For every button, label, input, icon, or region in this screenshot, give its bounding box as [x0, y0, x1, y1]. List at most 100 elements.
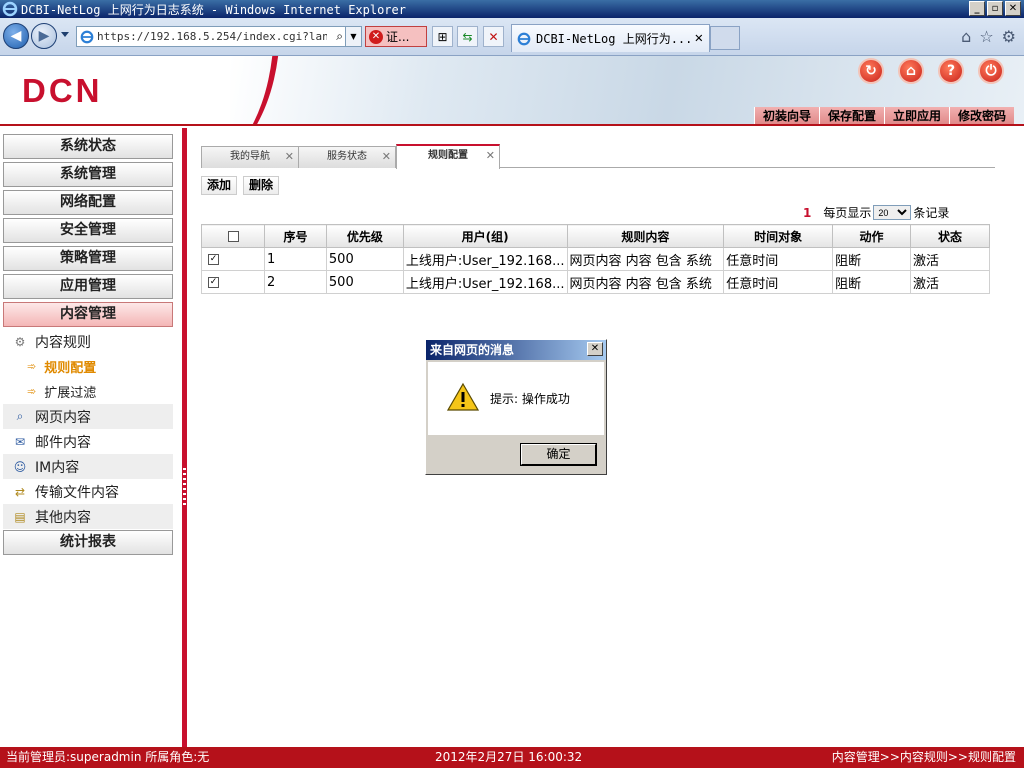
dialog-body: 提示: 操作成功: [428, 362, 604, 435]
add-button[interactable]: 添加: [201, 176, 238, 195]
arrow-icon: ➾: [27, 360, 37, 373]
pager: 1 每页显示 20 条记录: [803, 204, 949, 221]
cert-warning-icon: ✕: [369, 29, 383, 44]
select-all-header[interactable]: [200, 224, 266, 248]
nav-system-admin[interactable]: 系统管理: [3, 162, 173, 187]
tab-service-status[interactable]: 服务状态 ✕: [298, 146, 396, 168]
browser-toolbar: ◀ ▶ ⌕ ▼ ✕ 证... ⊞ ⇆ ✕ DCBI-NetLog 上网行为...…: [0, 18, 1024, 56]
dialog-message: 提示: 操作成功: [490, 392, 570, 406]
nav-group-content-rules[interactable]: ⚙ 内容规则: [3, 329, 173, 354]
dialog-title: 来自网页的消息: [430, 343, 515, 357]
nav-policy[interactable]: 策略管理: [3, 246, 173, 271]
location-breadcrumb: 内容管理>>内容规则>>规则配置: [831, 750, 1016, 764]
nav-system-status[interactable]: 系统状态: [3, 134, 173, 159]
dialog-titlebar[interactable]: 来自网页的消息 ✕: [426, 340, 606, 360]
select-all-checkbox[interactable]: [227, 231, 239, 242]
delete-button[interactable]: 删除: [243, 176, 280, 195]
address-input[interactable]: [97, 30, 327, 43]
save-config-button[interactable]: 保存配置: [818, 107, 884, 124]
window-titlebar: DCBI-NetLog 上网行为日志系统 - Windows Internet …: [0, 0, 1024, 18]
row-checkbox[interactable]: ✓: [208, 253, 219, 265]
records-label: 条记录: [913, 206, 950, 220]
refresh-icon[interactable]: ⇆: [457, 26, 478, 47]
arrow-icon: ➾: [27, 385, 37, 398]
favorites-icon[interactable]: ☆: [979, 27, 993, 46]
certificate-error-badge[interactable]: ✕ 证...: [365, 26, 427, 47]
dialog-ok-button[interactable]: 确定: [520, 443, 597, 466]
nav-group-mail-content[interactable]: ✉ 邮件内容: [3, 429, 173, 454]
close-icon[interactable]: ✕: [285, 147, 294, 167]
nav-group-im-content[interactable]: ☺ IM内容: [3, 454, 173, 479]
close-icon[interactable]: ✕: [382, 147, 391, 167]
back-button[interactable]: ◀: [3, 23, 29, 49]
cell-index: 2: [264, 270, 327, 294]
history-dropdown-icon[interactable]: [61, 32, 69, 37]
new-tab-button[interactable]: [710, 26, 740, 50]
cell-user: 上线用户:User_192.168...: [402, 270, 568, 294]
magnifier-icon: ⌕: [16, 409, 24, 423]
table-row[interactable]: ✓ 1 500 上线用户:User_192.168... 网页内容 内容 包含 …: [200, 247, 990, 271]
setup-wizard-button[interactable]: 初装向导: [753, 107, 819, 124]
address-bar[interactable]: ⌕ ▼: [76, 26, 362, 47]
clipboard-icon: ▤: [14, 509, 26, 524]
nav-leaf-extended-filter[interactable]: ➾ 扩展过滤: [3, 379, 173, 404]
browser-tab[interactable]: DCBI-NetLog 上网行为... ✕: [511, 24, 710, 52]
address-dropdown-icon[interactable]: ▼: [345, 27, 361, 46]
tab-rule-config[interactable]: 规则配置 ✕: [396, 144, 500, 169]
nav-statistics-report[interactable]: 统计报表: [3, 530, 173, 555]
header-actions: 初装向导 保存配置 立即应用 修改密码: [753, 107, 1014, 124]
left-nav: 系统状态 系统管理 网络配置 安全管理 策略管理 应用管理 内容管理 ⚙ 内容规…: [0, 128, 182, 747]
tab-close-icon[interactable]: ✕: [695, 30, 703, 46]
file-transfer-icon: ⇄: [14, 484, 26, 499]
refresh-icon[interactable]: ↻: [858, 58, 884, 84]
table-header-row: 序号 优先级 用户(组) 规则内容 时间对象 动作 状态: [200, 224, 990, 248]
nav-group-other-content[interactable]: ▤ 其他内容: [3, 504, 173, 529]
close-icon[interactable]: ✕: [486, 146, 495, 166]
cell-rule: 网页内容 内容 包含 系统: [566, 247, 725, 271]
table-row[interactable]: ✓ 2 500 上线用户:User_192.168... 网页内容 内容 包含 …: [200, 270, 990, 294]
search-icon[interactable]: ⌕: [336, 29, 343, 44]
close-window-button[interactable]: ✕: [1005, 1, 1021, 16]
logout-icon[interactable]: ⏻: [978, 58, 1004, 84]
dialog-close-button[interactable]: ✕: [587, 342, 603, 356]
ie-logo-icon: [2, 1, 18, 17]
nav-application[interactable]: 应用管理: [3, 274, 173, 299]
rules-table: 序号 优先级 用户(组) 规则内容 时间对象 动作 状态 ✓ 1 500 上线用…: [200, 224, 990, 294]
users-icon: ☺: [13, 459, 27, 474]
nav-group-web-content[interactable]: ⌕ 网页内容: [3, 404, 173, 429]
home-icon[interactable]: ⌂: [898, 58, 924, 84]
cell-priority: 500: [325, 247, 404, 271]
maximize-button[interactable]: ▫: [987, 1, 1003, 16]
forward-button[interactable]: ▶: [31, 23, 57, 49]
ie-tab-icon: [517, 32, 531, 45]
col-action: 动作: [832, 224, 912, 248]
nav-network-config[interactable]: 网络配置: [3, 190, 173, 215]
nav-security[interactable]: 安全管理: [3, 218, 173, 243]
apply-now-button[interactable]: 立即应用: [883, 107, 949, 124]
cell-time: 任意时间: [723, 270, 834, 294]
nav-group-file-transfer[interactable]: ⇄ 传输文件内容: [3, 479, 173, 504]
cell-status: 激活: [910, 247, 990, 271]
cell-index: 1: [264, 247, 327, 271]
nav-content-mgmt[interactable]: 内容管理: [3, 302, 173, 327]
row-checkbox[interactable]: ✓: [208, 276, 219, 288]
tab-my-navigation[interactable]: 我的导航 ✕: [201, 146, 299, 168]
per-page-select[interactable]: 20: [873, 205, 912, 220]
home-icon[interactable]: ⌂: [961, 27, 971, 46]
col-rule: 规则内容: [566, 224, 725, 248]
help-icon[interactable]: ?: [938, 58, 964, 84]
compat-view-icon[interactable]: ⊞: [432, 26, 453, 47]
tools-icon[interactable]: ⚙: [1002, 27, 1016, 46]
stop-icon[interactable]: ✕: [483, 26, 504, 47]
mail-icon: ✉: [14, 434, 26, 449]
gear-icon: ⚙: [14, 334, 26, 349]
nav-leaf-rule-config[interactable]: ➾ 规则配置: [3, 354, 173, 379]
ie-page-icon: [80, 30, 94, 43]
change-password-button[interactable]: 修改密码: [948, 107, 1014, 124]
page-number[interactable]: 1: [803, 206, 811, 220]
per-page-label: 每页显示: [823, 206, 872, 220]
minimize-button[interactable]: _: [969, 1, 985, 16]
cell-time: 任意时间: [723, 247, 834, 271]
col-index: 序号: [264, 224, 327, 248]
cert-label: 证...: [386, 30, 410, 44]
